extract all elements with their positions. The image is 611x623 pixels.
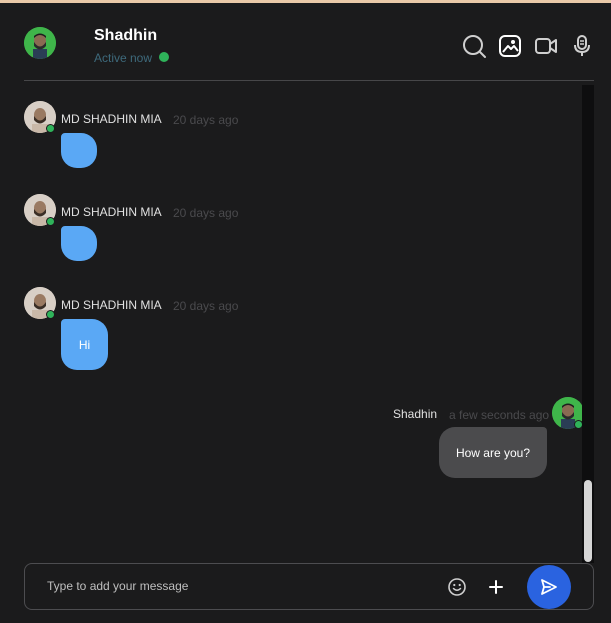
- message-time: 20 days ago: [173, 299, 239, 313]
- sender-name: MD SHADHIN MIA: [61, 112, 162, 126]
- sender-name: Shadhin: [393, 407, 438, 421]
- presence-status: Active now: [94, 51, 153, 65]
- video-call-icon[interactable]: [533, 33, 559, 59]
- message-time: a few seconds ago: [449, 408, 550, 422]
- scrollbar-thumb[interactable]: [584, 480, 592, 562]
- online-indicator: [46, 124, 55, 133]
- message-time: 20 days ago: [173, 206, 239, 220]
- microphone-icon[interactable]: [569, 33, 595, 59]
- message-bubble[interactable]: [61, 226, 97, 261]
- send-button[interactable]: [527, 565, 571, 609]
- online-indicator: [46, 310, 55, 319]
- message-bubble[interactable]: Hi: [61, 319, 108, 370]
- gallery-icon[interactable]: [497, 33, 523, 59]
- contact-name: Shadhin: [94, 27, 158, 44]
- message-input[interactable]: [47, 579, 427, 593]
- plus-icon[interactable]: [485, 576, 507, 598]
- chat-header: Shadhin Active now: [0, 3, 611, 81]
- message-bubble[interactable]: How are you?: [439, 427, 547, 478]
- sender-name: MD SHADHIN MIA: [61, 205, 162, 219]
- online-indicator: [159, 52, 169, 62]
- online-indicator: [46, 217, 55, 226]
- avatar[interactable]: [24, 27, 56, 59]
- message-bubble[interactable]: [61, 133, 97, 168]
- send-icon: [541, 579, 557, 595]
- search-icon[interactable]: [461, 33, 487, 59]
- sender-name: MD SHADHIN MIA: [61, 298, 162, 312]
- message-list[interactable]: MD SHADHIN MIA 20 days ago MD SHADHIN MI…: [0, 81, 611, 559]
- message-time: 20 days ago: [173, 113, 239, 127]
- emoji-icon[interactable]: [446, 576, 468, 598]
- message-composer: [24, 563, 594, 610]
